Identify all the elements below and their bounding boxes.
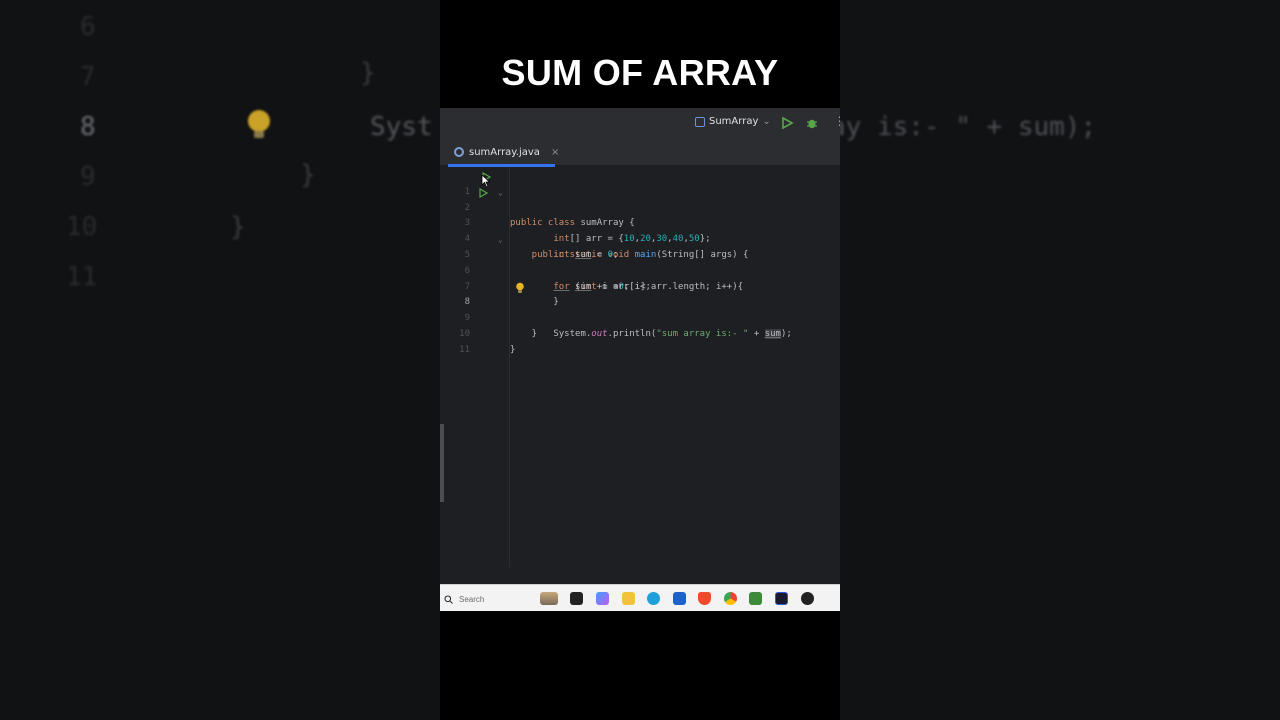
backdrop-line: 9	[80, 162, 96, 192]
close-tab-icon[interactable]: ×	[551, 147, 559, 158]
fold-icon[interactable]: ⌄	[498, 185, 503, 201]
intellij-idea-icon[interactable]	[775, 592, 788, 605]
tab-sumarray-java[interactable]: sumArray.java ×	[454, 138, 559, 166]
search-icon	[444, 594, 453, 604]
weather-widget-icon[interactable]	[540, 592, 558, 605]
video-title: SUM OF ARRAY	[501, 52, 779, 93]
code-line-4: 4 int sum = 0;	[464, 234, 619, 260]
lightbulb-icon	[248, 110, 270, 138]
task-view-icon[interactable]	[570, 592, 583, 605]
windows-taskbar: Search	[440, 584, 840, 611]
code-line-7: 7 }	[464, 281, 559, 308]
backdrop-line: 7	[80, 62, 96, 92]
backdrop-brace: }	[300, 160, 316, 190]
backdrop-line: 6	[80, 12, 96, 42]
run-gutter-icon[interactable]	[478, 187, 488, 198]
backdrop-left-panel: 6 7 } 8 Syst 9 } 10 } 11	[0, 0, 440, 720]
run-config-icon	[695, 116, 705, 127]
code-line-6: 6 sum += arr[i];	[464, 265, 651, 292]
code-editor[interactable]: 1 public class sumArray { 2 ⌄ public sta…	[440, 169, 840, 355]
app-icon[interactable]	[801, 592, 814, 605]
run-config-label: SumArray	[709, 116, 759, 127]
copilot-icon[interactable]	[596, 592, 609, 605]
code-line-11: 11	[459, 344, 470, 355]
main-toolbar: SumArray ⌄ ⋮	[440, 108, 840, 138]
backdrop-code: ay is:- " + sum);	[840, 112, 1097, 142]
more-options-icon[interactable]: ⋮	[834, 114, 840, 128]
fold-icon[interactable]: ⌄	[498, 232, 503, 248]
search-placeholder: Search	[459, 594, 485, 604]
active-tab-indicator	[448, 164, 555, 167]
code-line-9: 9 }	[464, 313, 538, 339]
run-icon[interactable]	[780, 116, 794, 130]
code-line-2: 2 ⌄ public static void main(String[] arg…	[440, 185, 840, 260]
minecraft-icon[interactable]	[749, 592, 762, 605]
code-line-1: 1 public class sumArray {	[440, 169, 840, 228]
editor-tab-bar: sumArray.java ×	[440, 138, 840, 166]
code-line-10: 10 }	[459, 328, 516, 355]
edge-browser-icon[interactable]	[647, 592, 660, 605]
store-icon[interactable]	[673, 592, 686, 605]
tab-label: sumArray.java	[469, 146, 540, 158]
brave-browser-icon[interactable]	[698, 592, 711, 605]
editor-scrollbar[interactable]	[440, 424, 444, 502]
backdrop-brace: }	[360, 58, 376, 88]
backdrop-code: Syst	[370, 112, 433, 142]
lightbulb-icon[interactable]	[515, 282, 525, 294]
file-explorer-icon[interactable]	[622, 592, 635, 605]
backdrop-line: 11	[66, 262, 98, 292]
java-file-icon	[454, 147, 464, 157]
backdrop-line: 10	[66, 212, 98, 242]
code-line-5: 5 ⌄ for (int i =0; i< arr.length; i++){	[440, 232, 840, 291]
chevron-down-icon: ⌄	[762, 116, 771, 127]
ide-window: SumArray ⌄ ⋮ sumArray.java × 1 public cl…	[440, 108, 840, 584]
run-configuration-selector[interactable]: SumArray ⌄	[695, 116, 771, 127]
backdrop-brace: }	[230, 212, 246, 242]
mouse-cursor-icon	[481, 174, 491, 188]
backdrop-line: 8	[80, 112, 96, 142]
code-line-8: 8 System.out.println("sum array is:- " +…	[440, 280, 840, 339]
debug-icon[interactable]	[805, 116, 819, 130]
backdrop-right-panel: ay is:- " + sum);	[840, 0, 1280, 720]
chrome-browser-icon[interactable]	[724, 592, 737, 605]
code-line-3: 3 int[] arr = {10,20,30,40,50};	[464, 218, 711, 245]
video-frame: SUM OF ARRAY SumArray ⌄ ⋮ sumArray.java	[440, 0, 840, 720]
taskbar-search[interactable]: Search	[444, 590, 530, 608]
